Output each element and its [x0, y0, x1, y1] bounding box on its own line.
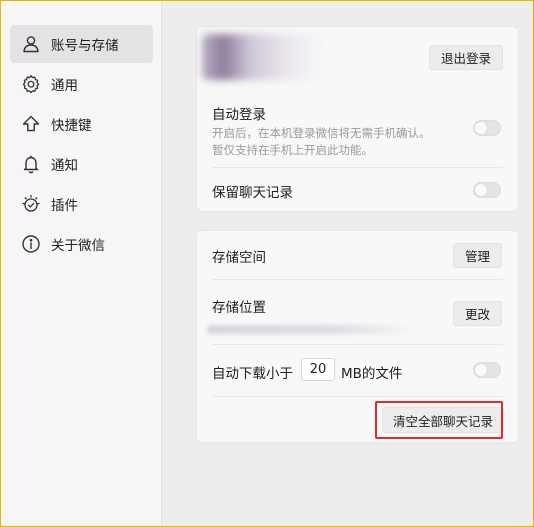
plugin-icon: [20, 193, 42, 215]
auto-login-toggle[interactable]: [473, 120, 501, 136]
sidebar-item-shortcuts[interactable]: 快捷键: [10, 105, 153, 143]
sidebar-item-general[interactable]: 通用: [10, 65, 153, 103]
auto-login-title: 自动登录: [212, 107, 266, 123]
divider: [212, 279, 503, 280]
auto-login-desc-line2: 暂仅支持在手机上开启此功能。: [212, 143, 373, 157]
bell-icon: [20, 153, 42, 175]
shortcut-arrow-icon: [20, 113, 42, 135]
info-icon: [20, 233, 42, 255]
divider: [212, 396, 503, 397]
divider: [212, 167, 503, 168]
auto-download-toggle[interactable]: [473, 362, 501, 378]
account-card: 退出登录 自动登录 开启后，在本机登录微信将无需手机确认。 暂仅支持在手机上开启…: [196, 26, 519, 212]
settings-content: 退出登录 自动登录 开启后，在本机登录微信将无需手机确认。 暂仅支持在手机上开启…: [163, 1, 533, 526]
sidebar-item-label: 关于微信: [51, 238, 105, 254]
sidebar-item-label: 快捷键: [51, 118, 92, 134]
logout-button[interactable]: 退出登录: [429, 45, 504, 70]
sidebar-item-account-storage[interactable]: 账号与存储: [10, 25, 153, 63]
auto-download-suffix: MB的文件: [341, 366, 403, 382]
keep-chat-toggle[interactable]: [473, 182, 501, 198]
keep-chat-row: 保留聊天记录: [212, 181, 503, 201]
gear-icon: [20, 73, 42, 95]
storage-path-blurred: [207, 325, 417, 334]
sidebar-item-about[interactable]: 关于微信: [10, 225, 153, 263]
manage-button[interactable]: 管理: [453, 243, 503, 268]
sidebar-item-label: 插件: [51, 198, 78, 214]
sidebar-item-label: 通知: [51, 158, 78, 174]
sidebar-item-notifications[interactable]: 通知: [10, 145, 153, 183]
sidebar-item-label: 通用: [51, 78, 78, 94]
auto-download-size-input[interactable]: 20: [301, 358, 335, 381]
auto-login-row: 自动登录 开启后，在本机登录微信将无需手机确认。 暂仅支持在手机上开启此功能。: [212, 103, 503, 159]
sidebar-item-plugins[interactable]: 插件: [10, 185, 153, 223]
change-location-button[interactable]: 更改: [453, 301, 503, 326]
divider: [212, 344, 503, 345]
settings-sidebar: 账号与存储 通用 快捷键 通知 插件 关于微信: [1, 1, 162, 526]
user-icon: [20, 33, 42, 55]
auto-download-prefix: 自动下载小于: [212, 366, 293, 382]
account-avatar-blurred: [202, 34, 322, 80]
sidebar-item-label: 账号与存储: [51, 38, 119, 54]
auto-login-desc-line1: 开启后，在本机登录微信将无需手机确认。: [212, 126, 431, 140]
highlight-box: [375, 401, 503, 439]
keep-chat-title: 保留聊天记录: [212, 185, 293, 201]
storage-card: 存储空间 管理 存储位置 更改 自动下载小于 20 MB的文件 清空全部聊天记录: [196, 230, 519, 443]
